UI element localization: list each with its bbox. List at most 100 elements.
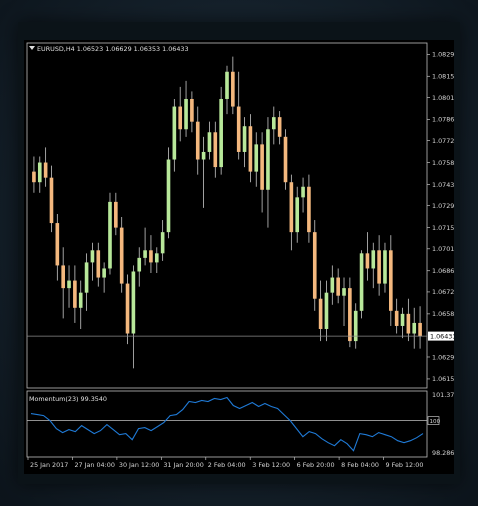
candle-body-bear [195, 121, 200, 160]
candle-body-bear [236, 106, 241, 152]
candle-body-bear [377, 250, 381, 284]
candle-body-bear [149, 250, 153, 263]
price-tick-label: 1.06725 [432, 288, 454, 296]
time-tick-label: 9 Feb 12:00 [386, 461, 424, 469]
price-tick-label: 1.08150 [432, 73, 454, 81]
candle-body-bear [283, 136, 288, 183]
price-tick-label: 1.07580 [432, 159, 454, 167]
price-tick-label: 1.07865 [432, 116, 454, 124]
candle-body-bear [394, 310, 399, 326]
price-tick-label: 1.07725 [432, 137, 454, 145]
candle-body-bear [96, 250, 101, 278]
current-price-label: 1.06433 [430, 332, 454, 340]
candle-body-bear [119, 227, 124, 284]
candle-body-bull [166, 159, 171, 233]
candle-body-bull [184, 98, 188, 130]
candle-body-bull [359, 253, 364, 311]
candle-body-bear [49, 177, 54, 224]
candle-body-bull [67, 280, 71, 289]
candle-body-bull [271, 117, 276, 130]
candle-body-bear [365, 253, 370, 269]
candle-body-bear [336, 277, 340, 296]
candle-body-bull [207, 132, 212, 152]
momentum-top-tick: 101.3742 [432, 391, 454, 399]
price-tick-label: 1.07010 [432, 245, 454, 253]
candle-body-bull [160, 232, 165, 254]
candle-body-bull [201, 151, 206, 160]
candle-body-bear [406, 313, 411, 334]
candle-body-bear [389, 250, 393, 311]
candle-body-bull [371, 250, 376, 269]
candle-body-bear [260, 144, 264, 190]
candle-body-bear [248, 126, 253, 172]
candle-body-bear [312, 232, 317, 299]
candle-body-bull [131, 271, 136, 334]
candle-body-bull [143, 250, 147, 258]
price-tick-label: 1.06295 [432, 353, 454, 361]
candle-body-bull [219, 98, 223, 168]
candle-body-bear [307, 186, 311, 233]
chart-window[interactable]: 1.08295 1.08150 1.08010 1.07865 1.07725 1.075… [24, 40, 454, 474]
candle-body-bear [231, 71, 235, 107]
candle-body-bull [254, 144, 259, 172]
time-tick-label: 30 Jan 12:00 [119, 461, 159, 469]
candle-body-bull [154, 253, 159, 263]
triangle-down-icon[interactable] [29, 46, 35, 50]
candle-body-bear [114, 201, 118, 228]
time-tick-label: 8 Feb 04:00 [341, 461, 379, 469]
candle-body-bull [295, 197, 300, 233]
candle-body-bull [225, 71, 229, 99]
candles [32, 56, 422, 369]
candle-body-bear [277, 117, 282, 137]
candle-body-bull [330, 277, 335, 293]
candle-body-bear [318, 298, 323, 329]
candle-body-bear [125, 283, 130, 334]
candle-body-bear [289, 182, 294, 233]
candle-body-bull [400, 313, 405, 326]
chart-svg[interactable]: 1.08295 1.08150 1.08010 1.07865 1.07725 1.075… [24, 40, 454, 474]
price-tick-label: 1.08010 [432, 94, 454, 102]
candle-body-bear [190, 98, 194, 122]
momentum-label: Momentum(23) 99.3540 [29, 395, 107, 403]
time-tick-label: 2 Feb 04:00 [208, 461, 246, 469]
candle-body-bull [301, 186, 305, 198]
candle-body-bull [108, 201, 112, 269]
candle-body-bear [55, 223, 60, 266]
candle-body-bull [102, 268, 106, 278]
candle-body-bull [172, 106, 177, 160]
momentum-level-tick: 100 [430, 419, 441, 425]
candle-body-bull [412, 322, 417, 334]
momentum-bottom-tick: 98.2866 [432, 449, 454, 457]
price-tick-label: 1.06580 [432, 310, 454, 318]
time-tick-label: 31 Jan 20:00 [163, 461, 203, 469]
candle-body-bear [43, 162, 48, 178]
candle-body-bull [90, 250, 95, 263]
candle-body-bear [178, 106, 183, 130]
momentum-indicator [27, 396, 427, 452]
price-tick-label: 1.06865 [432, 267, 454, 275]
candle-body-bull [242, 126, 247, 152]
candle-body-bull [342, 288, 346, 296]
candle-body-bull [266, 129, 270, 190]
price-tick-label: 1.07295 [432, 202, 454, 210]
price-tick-label: 1.07150 [432, 224, 454, 232]
candle-body-bull [37, 162, 42, 183]
candle-body-bull [84, 262, 89, 293]
time-tick-label: 3 Feb 12:00 [252, 461, 290, 469]
candle-body-bull [353, 310, 358, 342]
price-tick-label: 1.06150 [432, 375, 454, 383]
candle-body-bear [61, 265, 65, 289]
momentum-line [30, 396, 424, 452]
candle-body-bear [418, 322, 422, 337]
symbol-header: EURUSD,H4 1.06523 1.06629 1.06353 1.0643… [37, 45, 189, 53]
time-tick-label: 6 Feb 20:00 [297, 461, 335, 469]
candle-body-bull [383, 250, 387, 284]
price-tick-label: 1.07435 [432, 181, 454, 189]
candle-body-bear [73, 280, 77, 308]
candle-body-bear [213, 132, 218, 168]
candle-body-bull [78, 292, 83, 308]
time-tick-label: 25 Jan 2017 [30, 461, 68, 469]
time-tick-label: 27 Jan 04:00 [74, 461, 114, 469]
candle-body-bear [348, 288, 352, 342]
candle-body-bull [324, 292, 329, 329]
